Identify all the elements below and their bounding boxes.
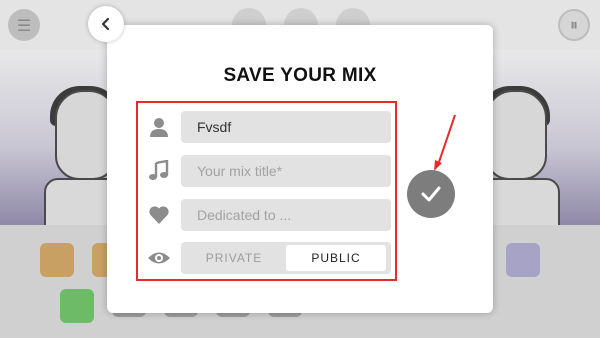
mix-title-row: Your mix title* <box>147 155 391 187</box>
pause-button[interactable]: ⏸ <box>558 9 590 41</box>
mix-title-field[interactable]: Your mix title* <box>181 155 391 187</box>
music-note-icon <box>147 159 171 183</box>
sound-icon-slot[interactable] <box>506 243 540 277</box>
checkmark-icon <box>421 186 441 202</box>
public-option[interactable]: PUBLIC <box>286 245 386 271</box>
sound-icon-slot[interactable] <box>40 243 74 277</box>
dedicated-row: Dedicated to ... <box>147 199 391 231</box>
visibility-row: PRIVATE PUBLIC <box>147 242 391 274</box>
dialog-title: SAVE YOUR MIX <box>223 65 377 86</box>
save-mix-dialog: SAVE YOUR MIX Fvsdf Your mix title* Dedi… <box>107 25 493 313</box>
private-option[interactable]: PRIVATE <box>184 245 284 271</box>
back-button[interactable] <box>88 6 124 42</box>
user-icon <box>147 115 171 139</box>
annotation-arrow <box>434 114 456 171</box>
menu-button[interactable]: ☰ <box>8 9 40 41</box>
visibility-toggle: PRIVATE PUBLIC <box>181 242 391 274</box>
sound-icon-slot[interactable] <box>60 289 94 323</box>
heart-icon <box>147 203 171 227</box>
confirm-save-button[interactable] <box>407 170 455 218</box>
eye-icon <box>147 246 171 270</box>
chevron-left-icon <box>101 17 110 31</box>
pause-icon: ⏸ <box>569 15 578 34</box>
author-row: Fvsdf <box>147 111 391 143</box>
author-name-field[interactable]: Fvsdf <box>181 111 391 143</box>
dedicated-to-field[interactable]: Dedicated to ... <box>181 199 391 231</box>
menu-icon: ☰ <box>16 15 32 35</box>
